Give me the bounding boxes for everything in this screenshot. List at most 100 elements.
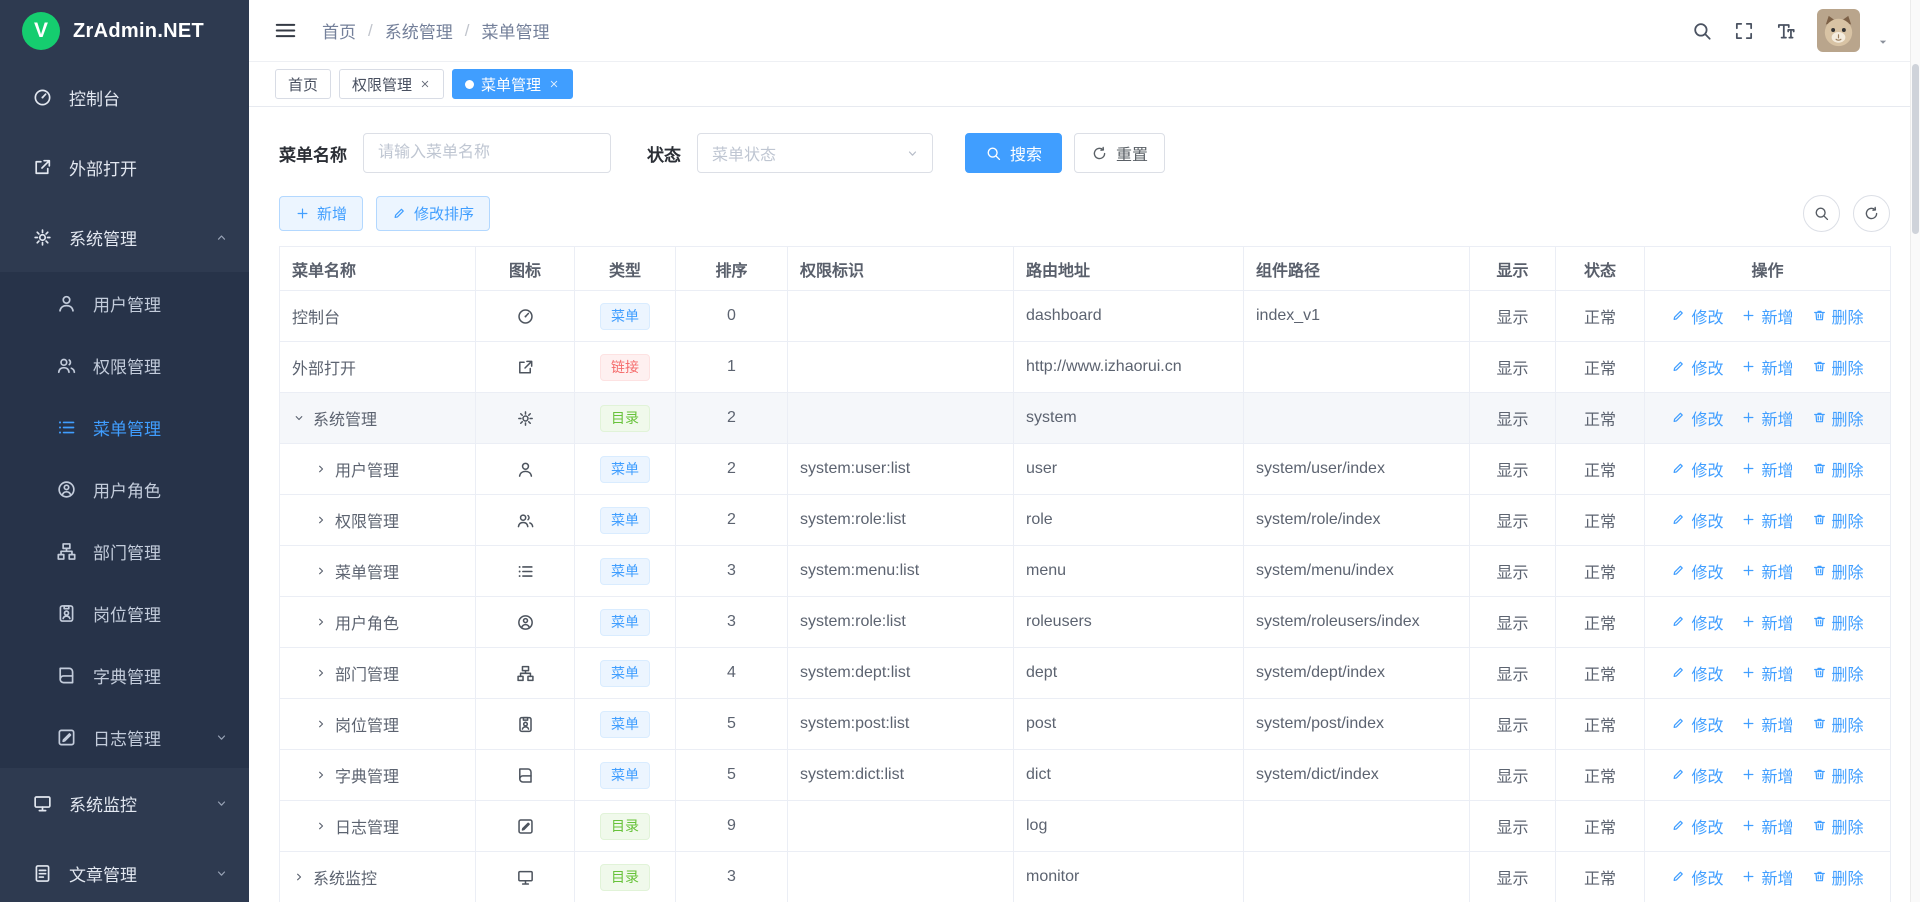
menu-icon-cell bbox=[476, 444, 575, 495]
reset-button-label: 重置 bbox=[1116, 141, 1148, 165]
expand-right-icon[interactable] bbox=[314, 768, 328, 782]
edit-link[interactable]: 修改 bbox=[1671, 559, 1723, 583]
type-badge: 菜单 bbox=[600, 660, 650, 687]
table-row: 外部打开链接1http://www.izhaorui.cn显示正常修改新增删除 bbox=[280, 342, 1891, 393]
edit-link[interactable]: 修改 bbox=[1671, 610, 1723, 634]
sidebar-item-post-mgmt[interactable]: 岗位管理 bbox=[0, 582, 249, 644]
edit-link[interactable]: 修改 bbox=[1671, 406, 1723, 430]
tab-role-mgmt[interactable]: 权限管理 bbox=[339, 69, 444, 99]
delete-link[interactable]: 删除 bbox=[1812, 457, 1864, 481]
menu-name-cell: 系统管理 bbox=[280, 393, 476, 444]
tab-home[interactable]: 首页 bbox=[275, 69, 331, 99]
delete-link[interactable]: 删除 bbox=[1812, 610, 1864, 634]
sidebar-item-system-monitor[interactable]: 系统监控 bbox=[0, 768, 249, 838]
avatar[interactable] bbox=[1817, 9, 1860, 52]
font-size-icon[interactable] bbox=[1775, 20, 1797, 42]
menu-name: 岗位管理 bbox=[335, 712, 399, 736]
add-link[interactable]: 新增 bbox=[1741, 610, 1793, 634]
delete-link[interactable]: 删除 bbox=[1812, 559, 1864, 583]
add-button[interactable]: 新增 bbox=[279, 196, 363, 231]
actions-cell: 修改新增删除 bbox=[1645, 393, 1891, 444]
search-icon[interactable] bbox=[1803, 195, 1840, 232]
expand-right-icon[interactable] bbox=[314, 513, 328, 527]
sidebar-item-menu-mgmt[interactable]: 菜单管理 bbox=[0, 396, 249, 458]
search-button[interactable]: 搜索 bbox=[965, 133, 1062, 173]
add-link[interactable]: 新增 bbox=[1741, 406, 1793, 430]
caret-down-icon[interactable] bbox=[1876, 34, 1890, 52]
menu-name-input[interactable] bbox=[363, 133, 611, 173]
route-cell: role bbox=[1014, 495, 1244, 546]
sidebar-item-dict-mgmt[interactable]: 字典管理 bbox=[0, 644, 249, 706]
status-select[interactable]: 菜单状态 bbox=[697, 133, 933, 173]
sidebar-item-system-mgmt[interactable]: 系统管理 bbox=[0, 202, 249, 272]
breadcrumb-item[interactable]: 系统管理 bbox=[385, 18, 453, 43]
external-link-icon bbox=[516, 358, 535, 377]
add-link[interactable]: 新增 bbox=[1741, 559, 1793, 583]
close-icon[interactable] bbox=[548, 78, 560, 90]
add-link[interactable]: 新增 bbox=[1741, 763, 1793, 787]
tab-menu-mgmt[interactable]: 菜单管理 bbox=[452, 69, 573, 99]
delete-link[interactable]: 删除 bbox=[1812, 712, 1864, 736]
expand-right-icon[interactable] bbox=[314, 615, 328, 629]
edit-link[interactable]: 修改 bbox=[1671, 712, 1723, 736]
sort-cell: 3 bbox=[676, 852, 788, 902]
sidebar-item-article-mgmt[interactable]: 文章管理 bbox=[0, 838, 249, 902]
edit-link[interactable]: 修改 bbox=[1671, 508, 1723, 532]
component-cell bbox=[1244, 801, 1470, 852]
content: 菜单名称 状态 菜单状态 搜索 重置 新增 修改排序 bbox=[249, 107, 1920, 902]
breadcrumb-item[interactable]: 首页 bbox=[322, 18, 356, 43]
add-link[interactable]: 新增 bbox=[1741, 712, 1793, 736]
add-link[interactable]: 新增 bbox=[1741, 508, 1793, 532]
edit-link[interactable]: 修改 bbox=[1671, 763, 1723, 787]
sidebar-item-log-mgmt[interactable]: 日志管理 bbox=[0, 706, 249, 768]
expand-right-icon[interactable] bbox=[314, 666, 328, 680]
menu-name-cell: 系统监控 bbox=[280, 852, 476, 902]
edit-link[interactable]: 修改 bbox=[1671, 355, 1723, 379]
add-link[interactable]: 新增 bbox=[1741, 661, 1793, 685]
expand-right-icon[interactable] bbox=[314, 564, 328, 578]
route-cell: http://www.izhaorui.cn bbox=[1014, 342, 1244, 393]
menu-type-cell: 菜单 bbox=[575, 597, 676, 648]
sidebar-item-console[interactable]: 控制台 bbox=[0, 62, 249, 132]
delete-link[interactable]: 删除 bbox=[1812, 406, 1864, 430]
fullscreen-icon[interactable] bbox=[1733, 20, 1755, 42]
expand-right-icon[interactable] bbox=[314, 819, 328, 833]
edit-link[interactable]: 修改 bbox=[1671, 304, 1723, 328]
expand-right-icon[interactable] bbox=[292, 870, 306, 884]
add-link[interactable]: 新增 bbox=[1741, 865, 1793, 889]
expand-down-icon[interactable] bbox=[292, 411, 306, 425]
edit-link[interactable]: 修改 bbox=[1671, 814, 1723, 838]
search-icon[interactable] bbox=[1691, 20, 1713, 42]
add-link[interactable]: 新增 bbox=[1741, 355, 1793, 379]
sidebar-item-role-mgmt[interactable]: 权限管理 bbox=[0, 334, 249, 396]
edit-link[interactable]: 修改 bbox=[1671, 661, 1723, 685]
scrollbar-thumb[interactable] bbox=[1912, 64, 1919, 234]
add-link[interactable]: 新增 bbox=[1741, 814, 1793, 838]
refresh-icon[interactable] bbox=[1853, 195, 1890, 232]
add-link[interactable]: 新增 bbox=[1741, 457, 1793, 481]
sidebar-item-user-role[interactable]: 用户角色 bbox=[0, 458, 249, 520]
expand-right-icon[interactable] bbox=[314, 462, 328, 476]
delete-link[interactable]: 删除 bbox=[1812, 763, 1864, 787]
delete-link[interactable]: 删除 bbox=[1812, 304, 1864, 328]
add-link[interactable]: 新增 bbox=[1741, 304, 1793, 328]
hamburger-icon[interactable] bbox=[273, 18, 298, 43]
reset-button[interactable]: 重置 bbox=[1074, 133, 1165, 173]
sidebar-item-user-mgmt[interactable]: 用户管理 bbox=[0, 272, 249, 334]
sidebar-item-external-open[interactable]: 外部打开 bbox=[0, 132, 249, 202]
breadcrumb-item[interactable]: 菜单管理 bbox=[481, 18, 549, 43]
edit-link[interactable]: 修改 bbox=[1671, 865, 1723, 889]
menu-type-cell: 目录 bbox=[575, 852, 676, 902]
modify-sort-button[interactable]: 修改排序 bbox=[376, 196, 490, 231]
expand-right-icon[interactable] bbox=[314, 717, 328, 731]
delete-link[interactable]: 删除 bbox=[1812, 661, 1864, 685]
delete-link[interactable]: 删除 bbox=[1812, 865, 1864, 889]
edit-link[interactable]: 修改 bbox=[1671, 457, 1723, 481]
delete-link[interactable]: 删除 bbox=[1812, 355, 1864, 379]
delete-link[interactable]: 删除 bbox=[1812, 814, 1864, 838]
sidebar-item-dept-mgmt[interactable]: 部门管理 bbox=[0, 520, 249, 582]
close-icon[interactable] bbox=[419, 78, 431, 90]
sidebar-menu: 控制台外部打开系统管理用户管理权限管理菜单管理用户角色部门管理岗位管理字典管理日… bbox=[0, 62, 249, 902]
delete-link[interactable]: 删除 bbox=[1812, 508, 1864, 532]
chevron-right-icon bbox=[314, 564, 328, 578]
